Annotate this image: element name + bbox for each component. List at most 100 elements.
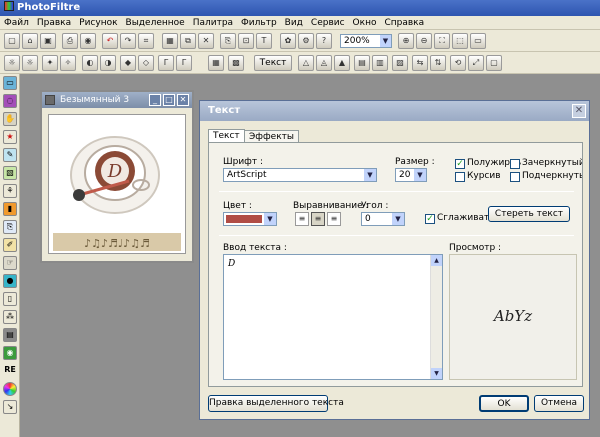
image-window-title-bar[interactable]: Безымянный 3 _ □ ✕ (42, 92, 192, 108)
font-select[interactable]: ArtScript ▼ (223, 168, 377, 182)
contrast-down-icon[interactable]: ◑ (100, 55, 116, 71)
dialog-title-bar[interactable]: Текст ✕ (200, 101, 589, 121)
text-scrollbar[interactable]: ▲ ▼ (430, 255, 442, 379)
undo-icon[interactable]: ↶ (102, 33, 118, 49)
auto-levels-icon[interactable]: ☼ (4, 55, 20, 71)
smooth-checkbox[interactable]: ✓ (425, 214, 435, 224)
align-center-icon[interactable]: ≡ (311, 212, 325, 226)
select-all-icon[interactable]: ▦ (162, 33, 178, 49)
save-icon[interactable]: ▣ (40, 33, 56, 49)
text-input-area[interactable]: D ▲ ▼ (223, 254, 443, 380)
menu-filter[interactable]: Фильтр (237, 18, 281, 28)
grid-icon[interactable]: ▦ (208, 55, 224, 71)
brightness-up-icon[interactable]: ✦ (42, 55, 58, 71)
color-balance-icon[interactable]: ▤ (354, 55, 370, 71)
scroll-down-icon[interactable]: ▼ (431, 368, 442, 379)
zoom-in-icon[interactable]: ⊕ (398, 33, 414, 49)
image-size-icon[interactable]: ⊡ (238, 33, 254, 49)
chevron-down-icon[interactable]: ▼ (364, 169, 376, 181)
auto-contrast-icon[interactable]: ☼ (22, 55, 38, 71)
blur-icon[interactable]: ◬ (316, 55, 332, 71)
grayscale-icon[interactable]: ▨ (392, 55, 408, 71)
color-wheel-icon[interactable] (3, 382, 17, 396)
scroll-up-icon[interactable]: ▲ (431, 255, 442, 266)
angle-select[interactable]: 0 ▼ (361, 212, 405, 226)
lasso-tool-icon[interactable]: ◌ (3, 94, 17, 108)
underline-checkbox[interactable] (510, 172, 520, 182)
chevron-down-icon[interactable]: ▼ (264, 213, 276, 225)
gamma-up-icon[interactable]: Γ (158, 55, 174, 71)
minimize-button[interactable]: _ (149, 94, 161, 106)
brightness-down-icon[interactable]: ✧ (60, 55, 76, 71)
align-right-icon[interactable]: ≡ (327, 212, 341, 226)
fit-window-icon[interactable]: ⬚ (452, 33, 468, 49)
sharpen-icon[interactable]: ▲ (334, 55, 350, 71)
size-select[interactable]: 20 ▼ (395, 168, 427, 182)
chevron-down-icon[interactable]: ▼ (380, 35, 391, 47)
copy-icon[interactable]: ⧉ (180, 33, 196, 49)
paste-as-icon[interactable]: ⎘ (220, 33, 236, 49)
hand-tool-icon[interactable]: ✋ (3, 112, 17, 126)
strike-checkbox[interactable] (510, 159, 520, 169)
menu-view[interactable]: Вид (281, 18, 307, 28)
image-window[interactable]: Безымянный 3 _ □ ✕ D ♪♫♪♬♩♪♫♬ (40, 90, 194, 263)
spray-tool-icon[interactable]: ⁂ (3, 310, 17, 324)
eraser-tool-icon[interactable]: ▯ (3, 292, 17, 306)
pattern-tool-icon[interactable]: ⚘ (3, 184, 17, 198)
settings-icon[interactable]: ⚙ (298, 33, 314, 49)
circle-shape-icon[interactable]: ● (3, 274, 17, 288)
new-file-icon[interactable]: ▢ (4, 33, 20, 49)
star-shape-icon[interactable]: ★ (3, 130, 17, 144)
mosaic-icon[interactable]: ▩ (228, 55, 244, 71)
smudge-tool-icon[interactable]: ☞ (3, 256, 17, 270)
rotate-icon[interactable]: ⟲ (450, 55, 466, 71)
edit-selected-text-button[interactable]: Правка выделенного текста (208, 395, 344, 412)
rgb-icon[interactable]: ▥ (372, 55, 388, 71)
cancel-button[interactable]: Отмена (534, 395, 584, 412)
image-canvas[interactable]: D ♪♫♪♬♩♪♫♬ (48, 114, 186, 254)
saturation-down-icon[interactable]: ◇ (138, 55, 154, 71)
menu-image[interactable]: Рисунок (75, 18, 121, 28)
contrast-up-icon[interactable]: ◐ (82, 55, 98, 71)
frame-icon[interactable]: ▢ (486, 55, 502, 71)
text-tool-icon[interactable]: T (256, 33, 272, 49)
print-icon[interactable]: ⎙ (62, 33, 78, 49)
chevron-down-icon[interactable]: ▼ (414, 169, 426, 181)
crop-icon[interactable]: ⌗ (138, 33, 154, 49)
chevron-down-icon[interactable]: ▼ (392, 213, 404, 225)
menu-tools[interactable]: Сервис (307, 18, 349, 28)
zoom-select[interactable]: 200% ▼ (340, 34, 392, 48)
bold-checkbox[interactable]: ✓ (455, 159, 465, 169)
repeat-filter-icon[interactable]: RE (3, 364, 17, 378)
picker-tool-icon[interactable]: ✎ (3, 148, 17, 162)
italic-checkbox[interactable] (455, 172, 465, 182)
actual-size-icon[interactable]: ⛶ (434, 33, 450, 49)
info-icon[interactable]: ? (316, 33, 332, 49)
select-tool-icon[interactable]: ▭ (3, 76, 17, 90)
menu-selection[interactable]: Выделенное (122, 18, 189, 28)
menu-help[interactable]: Справка (380, 18, 428, 28)
color-palette-icon[interactable]: ✿ (280, 33, 296, 49)
color-select[interactable]: ▼ (223, 212, 277, 226)
gamma-down-icon[interactable]: Γ (176, 55, 192, 71)
close-image-icon[interactable]: ✕ (198, 33, 214, 49)
drop-icon[interactable]: △ (298, 55, 314, 71)
ok-button[interactable]: OK (479, 395, 529, 412)
menu-file[interactable]: Файл (0, 18, 33, 28)
magic-wand-icon[interactable]: ◉ (3, 346, 17, 360)
close-button[interactable]: ✕ (177, 94, 189, 106)
gradient-tool-icon[interactable]: ▮ (3, 202, 17, 216)
menu-edit[interactable]: Правка (33, 18, 75, 28)
fill-tool-icon[interactable]: ▧ (3, 166, 17, 180)
layers-icon[interactable]: ▤ (3, 328, 17, 342)
menu-palette[interactable]: Палитра (189, 18, 237, 28)
brush-tool-icon[interactable]: ✐ (3, 238, 17, 252)
zoom-out-icon[interactable]: ⊖ (416, 33, 432, 49)
pipette-tool-icon[interactable]: ↘ (3, 400, 17, 414)
scan-icon[interactable]: ◉ (80, 33, 96, 49)
open-folder-icon[interactable]: ⌂ (22, 33, 38, 49)
flip-horizontal-icon[interactable]: ⇆ (412, 55, 428, 71)
maximize-button[interactable]: □ (163, 94, 175, 106)
resize-icon[interactable]: ⤢ (468, 55, 484, 71)
redo-icon[interactable]: ↷ (120, 33, 136, 49)
